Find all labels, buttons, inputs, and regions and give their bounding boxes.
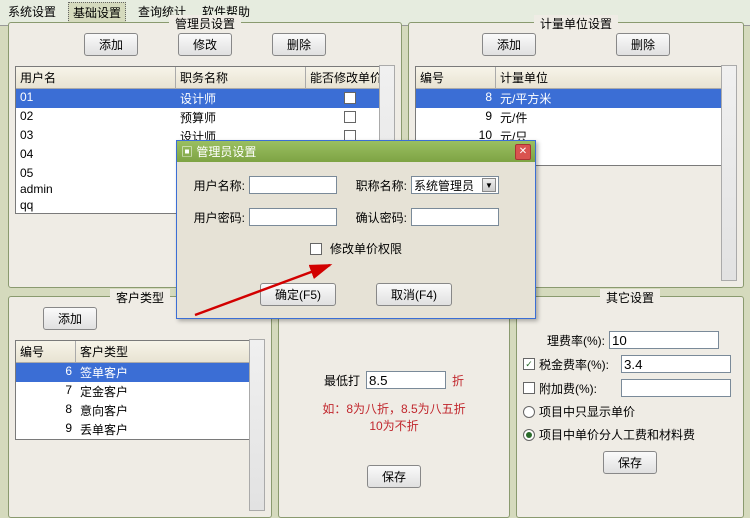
pwd2-label: 确认密码: <box>349 209 407 226</box>
admin-dialog: ▣ 管理员设置 ✕ 用户名称: 职称名称: 系统管理员 ▼ 用户密码: 确认密码… <box>176 140 536 319</box>
edit-button[interactable]: 修改 <box>178 33 232 56</box>
customer-panel: 客户类型 添加 编号 客户类型 6签单客户7定金客户8意向客户9丢单客户 <box>8 296 272 518</box>
role-label: 职称名称: <box>349 177 407 194</box>
col-unit: 计量单位 <box>496 67 736 88</box>
panel-title: 计量单位设置 <box>534 15 618 32</box>
table-row[interactable]: 01设计师 <box>16 89 394 108</box>
table-row[interactable]: 8意向客户 <box>16 401 264 420</box>
extra-label: 附加费(%): <box>539 380 597 397</box>
cancel-button[interactable]: 取消(F4) <box>376 283 452 306</box>
only-price-radio[interactable] <box>523 406 535 418</box>
col-user: 用户名 <box>16 67 176 88</box>
perm-label: 修改单价权限 <box>330 240 402 257</box>
username-input[interactable] <box>249 176 337 194</box>
mgmt-fee-input[interactable] <box>609 331 719 349</box>
extra-input[interactable] <box>621 379 731 397</box>
tax-input[interactable] <box>621 355 731 373</box>
chevron-down-icon: ▼ <box>482 178 496 192</box>
discount-example: 如：8为八折，8.5为八五折 10为不折 <box>279 401 509 435</box>
col-role: 职务名称 <box>176 67 306 88</box>
panel-title: 管理员设置 <box>169 15 241 32</box>
panel-title: 其它设置 <box>600 289 660 306</box>
panel-title: 客户类型 <box>110 289 170 306</box>
table-row[interactable]: 02预算师 <box>16 108 394 127</box>
min-discount-label: 最低打 <box>324 372 360 389</box>
only-price-label: 项目中只显示单价 <box>539 403 635 420</box>
min-discount-input[interactable] <box>366 371 446 389</box>
delete-button[interactable]: 删除 <box>616 33 670 56</box>
col-id: 编号 <box>416 67 496 88</box>
save-button[interactable]: 保存 <box>603 451 657 474</box>
table-row[interactable]: 8元/平方米 <box>416 89 736 108</box>
col-id: 编号 <box>16 341 76 362</box>
pwd2-input[interactable] <box>411 208 499 226</box>
split-price-label: 项目中单价分人工费和材料费 <box>539 426 695 443</box>
dialog-title: ▣ 管理员设置 <box>181 143 256 160</box>
split-price-radio[interactable] <box>523 429 535 441</box>
ok-button[interactable]: 确定(F5) <box>260 283 336 306</box>
table-row[interactable]: 7定金客户 <box>16 382 264 401</box>
pwd-input[interactable] <box>249 208 337 226</box>
table-row[interactable]: 9丢单客户 <box>16 420 264 439</box>
add-button[interactable]: 添加 <box>84 33 138 56</box>
mgmt-fee-label: 理费率(%): <box>523 332 605 349</box>
customer-table[interactable]: 编号 客户类型 6签单客户7定金客户8意向客户9丢单客户 <box>15 340 265 440</box>
col-type: 客户类型 <box>76 341 264 362</box>
tax-label: 税金费率(%): <box>539 356 609 373</box>
close-icon[interactable]: ✕ <box>515 144 531 160</box>
scrollbar[interactable] <box>249 339 265 511</box>
discount-suffix: 折 <box>452 372 464 389</box>
discount-panel: 最低打 折 如：8为八折，8.5为八五折 10为不折 保存 <box>278 296 510 518</box>
table-row[interactable]: 6签单客户 <box>16 363 264 382</box>
save-button[interactable]: 保存 <box>367 465 421 488</box>
pwd-label: 用户密码: <box>187 209 245 226</box>
add-button[interactable]: 添加 <box>43 307 97 330</box>
username-label: 用户名称: <box>187 177 245 194</box>
perm-checkbox[interactable] <box>310 243 322 255</box>
other-panel: 其它设置 理费率(%): ✓ 税金费率(%): 附加费(%): 项目中只显示单价 <box>516 296 744 518</box>
add-button[interactable]: 添加 <box>482 33 536 56</box>
delete-button[interactable]: 删除 <box>272 33 326 56</box>
table-row[interactable]: 9元/件 <box>416 108 736 127</box>
extra-checkbox[interactable] <box>523 382 535 394</box>
tax-checkbox[interactable]: ✓ <box>523 358 535 370</box>
role-select[interactable]: 系统管理员 ▼ <box>411 176 499 194</box>
scrollbar[interactable] <box>721 65 737 281</box>
